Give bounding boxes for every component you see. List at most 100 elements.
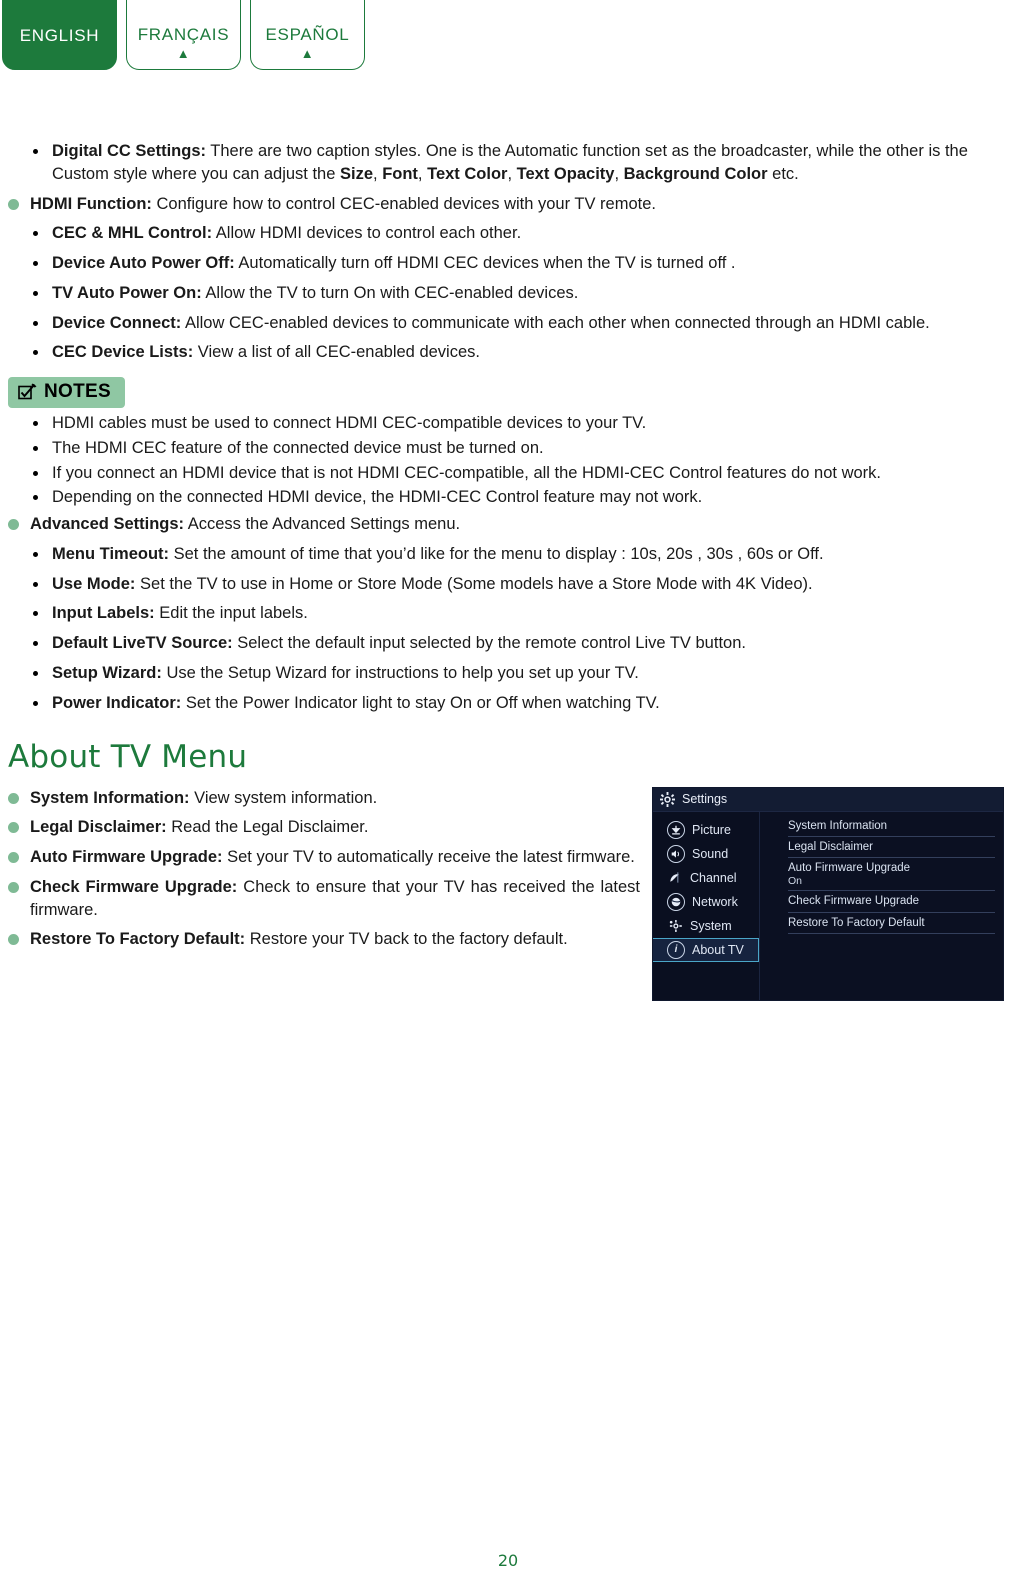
note-text: HDMI cables must be used to connect HDMI…: [52, 414, 647, 433]
list-item: Auto Firmware Upgrade: Set your TV to au…: [8, 846, 640, 869]
bullet-icon: [33, 290, 38, 296]
bullet-icon: [33, 149, 38, 154]
language-tab-label: ENGLISH: [19, 26, 100, 45]
bullet-icon: [33, 421, 38, 427]
list-item-text: Menu Timeout: Set the amount of time tha…: [52, 543, 1016, 566]
list-item-desc: Configure how to control CEC-enabled dev…: [151, 194, 656, 213]
list-item: Input Labels: Edit the input labels.: [0, 602, 1016, 625]
list-item-text: Advanced Settings: Access the Advanced S…: [30, 513, 1016, 536]
list-item-desc: Restore your TV back to the factory defa…: [245, 930, 568, 949]
sidebar-item-channel[interactable]: Channel: [653, 866, 759, 890]
list-item-desc: Automatically turn off HDMI CEC devices …: [234, 254, 736, 273]
language-tab-label: ESPAÑOL: [265, 25, 350, 44]
list-item: If you connect an HDMI device that is no…: [0, 462, 1016, 485]
tv-option-row[interactable]: Check Firmware Upgrade: [788, 891, 995, 913]
list-item-term: Digital CC Settings:: [52, 142, 207, 160]
list-item: CEC Device Lists: View a list of all CEC…: [0, 341, 1016, 364]
bullet-icon: [33, 611, 38, 617]
sidebar-item-label: About TV: [692, 942, 744, 957]
list-item-term: HDMI Function:: [30, 194, 152, 213]
list-item-term: Restore To Factory Default:: [30, 930, 246, 949]
bullet-icon: [33, 700, 38, 706]
tv-option-label: Auto Firmware Upgrade: [788, 862, 911, 875]
list-item: Advanced Settings: Access the Advanced S…: [0, 513, 1016, 536]
tv-option-label: System Information: [788, 819, 888, 832]
tv-option-row[interactable]: Legal Disclaimer: [788, 837, 995, 859]
tv-option-label: Restore To Factory Default: [788, 916, 925, 929]
tv-option-value: On: [788, 874, 803, 887]
bullet-icon: [33, 350, 38, 356]
list-item-desc: Allow HDMI devices to control each other…: [212, 224, 522, 243]
list-item-text: Digital CC Settings: There are two capti…: [52, 142, 968, 183]
tv-option-label: Check Firmware Upgrade: [788, 895, 920, 908]
bullet-icon: [8, 852, 19, 864]
tv-settings-title: Settings: [682, 792, 728, 807]
list-item: Device Connect: Allow CEC-enabled device…: [0, 312, 1016, 335]
checkbox-pen-icon: [18, 383, 38, 401]
bullet-icon: [8, 198, 19, 210]
gear-icon: [660, 791, 675, 807]
sidebar-item-sound[interactable]: Sound: [653, 842, 759, 866]
bullet-icon: [33, 495, 38, 501]
list-item-text: Power Indicator: Set the Power Indicator…: [52, 692, 1016, 715]
list-item-desc: View a list of all CEC-enabled devices.: [193, 343, 480, 362]
list-item-desc: Use the Setup Wizard for instructions to…: [161, 664, 639, 683]
tv-settings-options-panel: System Information Legal Disclaimer Auto…: [760, 812, 1003, 1000]
satellite-dish-icon: [667, 870, 683, 886]
tv-option-row[interactable]: Auto Firmware Upgrade On: [788, 858, 995, 892]
bullet-icon: [33, 551, 38, 557]
list-item-desc: Allow CEC-enabled devices to communicate…: [181, 313, 930, 332]
list-item: CEC & MHL Control: Allow HDMI devices to…: [0, 222, 1016, 245]
list-item-term: Auto Firmware Upgrade:: [30, 848, 223, 867]
list-item: Menu Timeout: Set the amount of time tha…: [0, 543, 1016, 566]
language-tab-bar: ENGLISH ▲ FRANÇAIS ▲ ESPAÑOL ▲: [0, 0, 365, 70]
list-item-term: Legal Disclaimer:: [30, 818, 167, 837]
tv-settings-screenshot: Settings Picture Sound Channel Network S…: [652, 786, 1004, 1001]
list-item-text: Check Firmware Upgrade: Check to ensure …: [30, 876, 640, 922]
list-item: Depending on the connected HDMI device, …: [0, 486, 1016, 509]
language-tab-francais[interactable]: FRANÇAIS ▲: [126, 0, 241, 70]
sidebar-item-about-tv[interactable]: i About TV: [653, 937, 759, 962]
bullet-icon: [33, 581, 38, 587]
sidebar-item-system[interactable]: System: [653, 914, 759, 938]
notes-badge-label: NOTES: [44, 381, 111, 403]
bullet-icon: [33, 261, 38, 267]
list-item-term: Check Firmware Upgrade:: [30, 877, 238, 896]
bullet-icon: [33, 641, 38, 647]
list-item-term: Use Mode:: [52, 574, 136, 593]
list-item-tail: etc.: [767, 164, 799, 183]
chevron-up-icon: ▲: [300, 46, 315, 61]
tv-option-row[interactable]: Restore To Factory Default: [788, 913, 995, 934]
list-item-term: Setup Wizard:: [52, 664, 162, 683]
page-title: About TV Menu: [8, 738, 248, 775]
language-tab-espanol[interactable]: ESPAÑOL ▲: [250, 0, 365, 70]
bullet-icon: [33, 445, 38, 451]
language-tab-english[interactable]: ENGLISH ▲: [2, 0, 117, 70]
tv-settings-header: Settings: [653, 787, 1003, 812]
sidebar-item-picture[interactable]: Picture: [653, 818, 759, 842]
tv-settings-body: Picture Sound Channel Network System i A…: [653, 811, 1003, 1000]
list-item-text: TV Auto Power On: Allow the TV to turn O…: [52, 282, 1016, 305]
list-item-term: TV Auto Power On:: [52, 283, 202, 302]
list-item-desc: Allow the TV to turn On with CEC-enabled…: [201, 283, 579, 302]
list-item: HDMI cables must be used to connect HDMI…: [0, 412, 1016, 435]
bullet-icon: [8, 519, 19, 531]
list-item-text: Legal Disclaimer: Read the Legal Disclai…: [30, 816, 640, 839]
list-item-term: Power Indicator:: [52, 693, 182, 712]
list-item: The HDMI CEC feature of the connected de…: [0, 437, 1016, 460]
list-item-text: Default LiveTV Source: Select the defaul…: [52, 632, 1016, 655]
bullet-icon: [33, 470, 38, 476]
list-item-text: HDMI Function: Configure how to control …: [30, 193, 1016, 216]
list-item-term: System Information:: [30, 788, 190, 807]
list-item: System Information: View system informat…: [8, 787, 640, 810]
sidebar-item-network[interactable]: Network: [653, 890, 759, 914]
list-item-desc: Set the amount of time that you’d like f…: [169, 544, 824, 563]
inline-bold-1: Font: [382, 164, 418, 183]
tv-option-row[interactable]: System Information: [788, 816, 995, 837]
sidebar-item-label: Sound: [692, 846, 729, 861]
list-item-desc: Set the Power Indicator light to stay On…: [181, 693, 660, 712]
bullet-icon: [8, 934, 19, 946]
list-item: HDMI Function: Configure how to control …: [0, 193, 1016, 216]
picture-icon: [667, 820, 685, 839]
bullet-icon: [8, 881, 19, 893]
